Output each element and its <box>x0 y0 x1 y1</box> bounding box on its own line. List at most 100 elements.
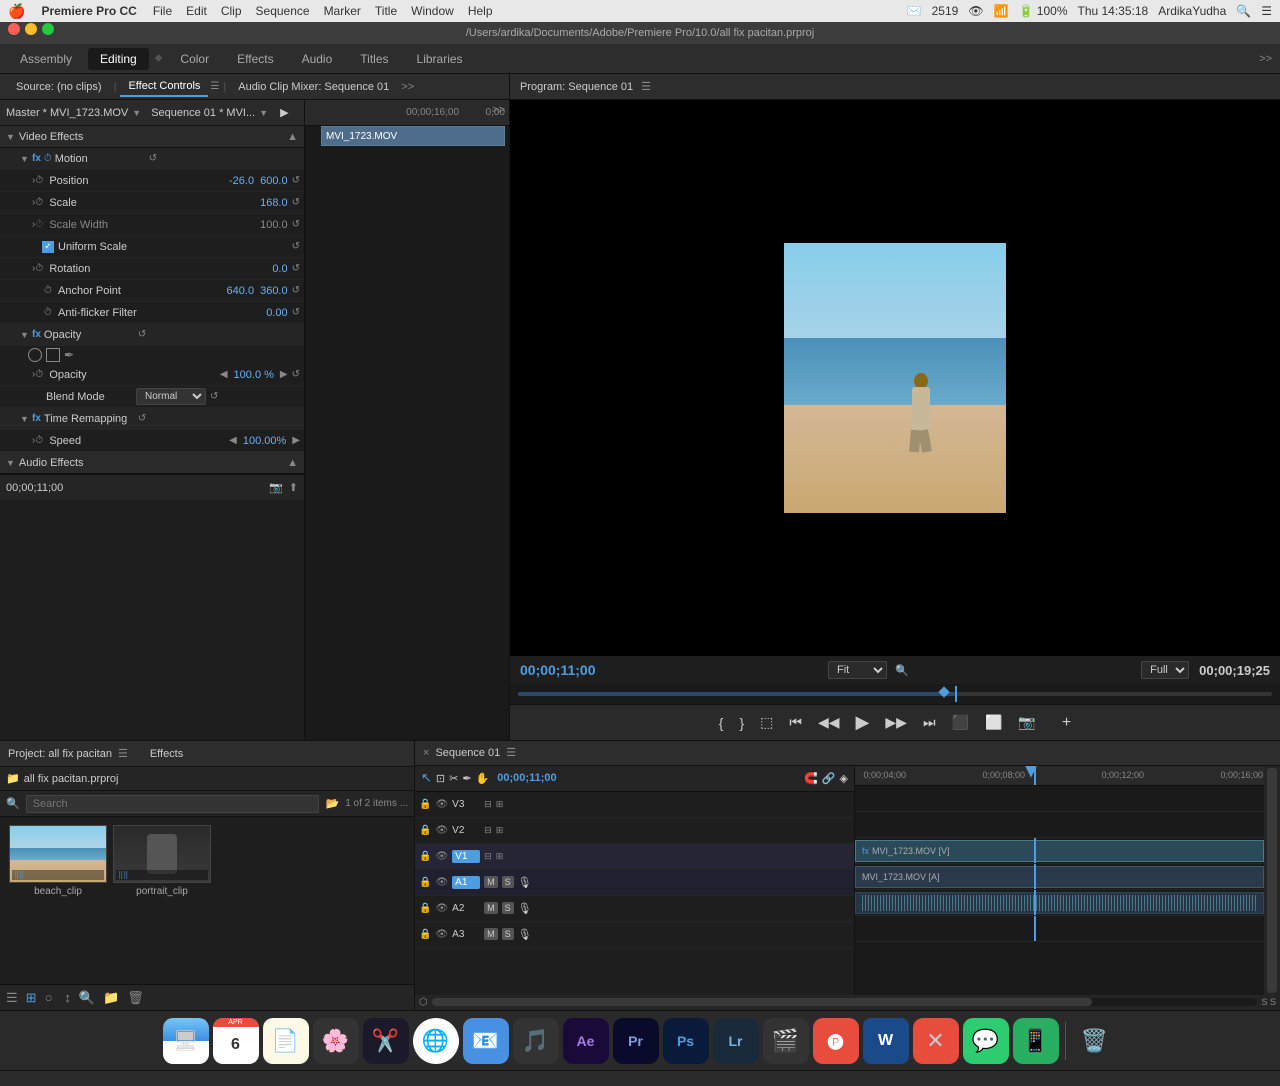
sequence-dropdown-icon[interactable]: ▼ <box>259 108 268 118</box>
antiflicker-label[interactable]: Anti-flicker Filter <box>58 307 148 319</box>
dock-chrome[interactable]: 🌐 <box>413 1018 459 1064</box>
dock-imovie[interactable]: ✂️ <box>363 1018 409 1064</box>
blend-mode-reset[interactable]: ↺ <box>210 391 218 402</box>
motion-collapse[interactable]: ▼ <box>20 154 32 164</box>
motion-reset[interactable]: ↺ <box>149 153 157 164</box>
dock-word[interactable]: W <box>863 1018 909 1064</box>
v3-eye[interactable]: 👁 <box>435 799 448 810</box>
dock-music[interactable]: 🎵 <box>513 1018 559 1064</box>
timecode-current[interactable]: 00;00;11;00 <box>520 662 596 678</box>
scale-value[interactable]: 168.0 <box>260 197 288 209</box>
rotation-stopwatch[interactable]: ⏱ <box>35 263 49 274</box>
razor-tool[interactable]: ✂ <box>449 772 458 785</box>
program-progress-bar[interactable] <box>510 684 1280 704</box>
mark-out-btn[interactable]: } <box>739 715 744 731</box>
a2-s-btn[interactable]: S <box>502 902 514 914</box>
pen-seq-tool[interactable]: ✒ <box>462 772 471 785</box>
a1-clip[interactable]: MVI_1723.MOV [A] <box>855 866 1264 888</box>
magnify-icon[interactable]: 🔍 <box>895 664 909 677</box>
position-x-value[interactable]: -26.0 <box>229 175 254 187</box>
ec-export-icon[interactable]: ⬆ <box>289 481 298 494</box>
tab-effects-panel[interactable]: Effects <box>150 748 183 760</box>
menu-clip[interactable]: Clip <box>221 4 242 18</box>
a2-eye[interactable]: 👁 <box>435 903 448 914</box>
dock-premiere[interactable]: Pr <box>613 1018 659 1064</box>
a3-s-btn[interactable]: S <box>502 928 514 940</box>
tab-more[interactable]: >> <box>1259 53 1272 65</box>
search-menubar-icon[interactable]: 🔍 <box>1236 4 1251 18</box>
timeremap-reset[interactable]: ↺ <box>138 413 146 424</box>
anchor-stopwatch[interactable]: ⏱ <box>44 285 58 296</box>
seq-hscroll[interactable] <box>432 998 1258 1006</box>
sequence-menu-icon[interactable]: ☰ <box>506 746 516 759</box>
antiflicker-reset[interactable]: ↺ <box>292 307 300 318</box>
dock-line[interactable]: 💬 <box>963 1018 1009 1064</box>
add-button[interactable]: + <box>1062 714 1071 732</box>
anchor-y-value[interactable]: 360.0 <box>260 285 288 297</box>
v1-lock[interactable]: 🔒 <box>419 851 431 862</box>
linked-btn[interactable]: 🔗 <box>822 772 836 785</box>
select-tool[interactable]: ↖ <box>421 770 432 786</box>
freeform-btn[interactable]: ○ <box>45 990 53 1005</box>
dock-aftereffects[interactable]: Ae <box>563 1018 609 1064</box>
a3-eye[interactable]: 👁 <box>435 929 448 940</box>
speed-prev[interactable]: ◀ <box>229 435 237 446</box>
a1-m-btn[interactable]: M <box>484 876 498 888</box>
a1-lock[interactable]: 🔒 <box>419 877 431 888</box>
speed-next[interactable]: ▶ <box>292 435 300 446</box>
tab-audio-clip-mixer[interactable]: Audio Clip Mixer: Sequence 01 <box>230 78 397 96</box>
audio-effects-collapse-btn[interactable]: ▲ <box>287 457 298 469</box>
menu-sequence[interactable]: Sequence <box>256 4 310 18</box>
tab-titles[interactable]: Titles <box>348 48 400 70</box>
v2-solo[interactable]: ⊞ <box>496 825 504 836</box>
sequence-label[interactable]: Sequence 01 * MVI... <box>151 107 255 119</box>
ec-play-btn[interactable]: ▶ <box>280 106 288 119</box>
v2-sync[interactable]: ⊟ <box>484 825 492 836</box>
v1-sync[interactable]: ⊟ <box>484 851 492 862</box>
opacity-next-arrow[interactable]: ▶ <box>280 369 288 380</box>
dock-mail[interactable]: 📧 <box>463 1018 509 1064</box>
tab-effect-controls[interactable]: Effect Controls <box>120 77 208 97</box>
blend-mode-select[interactable]: Normal <box>136 388 206 405</box>
timeremap-label[interactable]: Time Remapping <box>44 413 134 425</box>
timeremap-collapse[interactable]: ▼ <box>20 414 32 424</box>
dock-x[interactable]: ✕ <box>913 1018 959 1064</box>
opacity-prev-arrow[interactable]: ◀ <box>220 369 228 380</box>
v3-name[interactable]: V3 <box>452 799 480 810</box>
sort-btn[interactable]: ↕ <box>64 990 71 1005</box>
seq-close-btn[interactable]: × <box>423 747 429 759</box>
scale-stopwatch[interactable]: ⏱ <box>35 197 49 208</box>
scale-reset[interactable]: ↺ <box>292 197 300 208</box>
opacity-section-reset[interactable]: ↺ <box>138 329 146 340</box>
master-dropdown-icon[interactable]: ▼ <box>132 108 141 118</box>
scale-label[interactable]: Scale <box>49 197 139 209</box>
tab-libraries[interactable]: Libraries <box>405 48 475 70</box>
vscroll-thumb[interactable] <box>1267 768 1277 993</box>
dock-photoshop[interactable]: Ps <box>663 1018 709 1064</box>
tab-editing[interactable]: Editing <box>88 48 149 70</box>
tab-source[interactable]: Source: (no clips) <box>8 78 110 96</box>
file-item-1[interactable]: ⣿⣿ beach_clip <box>8 825 108 897</box>
pen-tool[interactable]: ✒ <box>64 348 74 362</box>
new-bin-icon[interactable]: 📂 <box>325 797 339 810</box>
rotation-value[interactable]: 0.0 <box>272 263 287 275</box>
effect-controls-menu-icon[interactable]: ☰ <box>210 81 219 92</box>
opacity-stopwatch[interactable]: ⏱ <box>35 369 49 380</box>
position-label[interactable]: Position <box>49 175 139 187</box>
program-menu-icon[interactable]: ☰ <box>641 80 651 93</box>
a3-name[interactable]: A3 <box>452 929 480 940</box>
dock-photos[interactable]: 🌸 <box>313 1018 359 1064</box>
anchor-reset[interactable]: ↺ <box>292 285 300 296</box>
dock-finder[interactable]: 🖥 <box>163 1018 209 1064</box>
ec-clip-bar[interactable]: MVI_1723.MOV <box>321 126 505 146</box>
a2-m-btn[interactable]: M <box>484 902 498 914</box>
v2-eye[interactable]: 👁 <box>435 825 448 836</box>
menu-edit[interactable]: Edit <box>186 4 207 18</box>
file-item-2[interactable]: ⣿⣿ portrait_clip <box>112 825 212 897</box>
ellipse-mask-tool[interactable] <box>28 348 42 362</box>
lift-btn[interactable]: ⬛ <box>952 714 969 731</box>
position-stopwatch[interactable]: ⏱ <box>35 175 49 186</box>
a2-name[interactable]: A2 <box>452 903 480 914</box>
find-btn[interactable]: 📁 <box>103 990 119 1006</box>
rotation-label[interactable]: Rotation <box>49 263 139 275</box>
